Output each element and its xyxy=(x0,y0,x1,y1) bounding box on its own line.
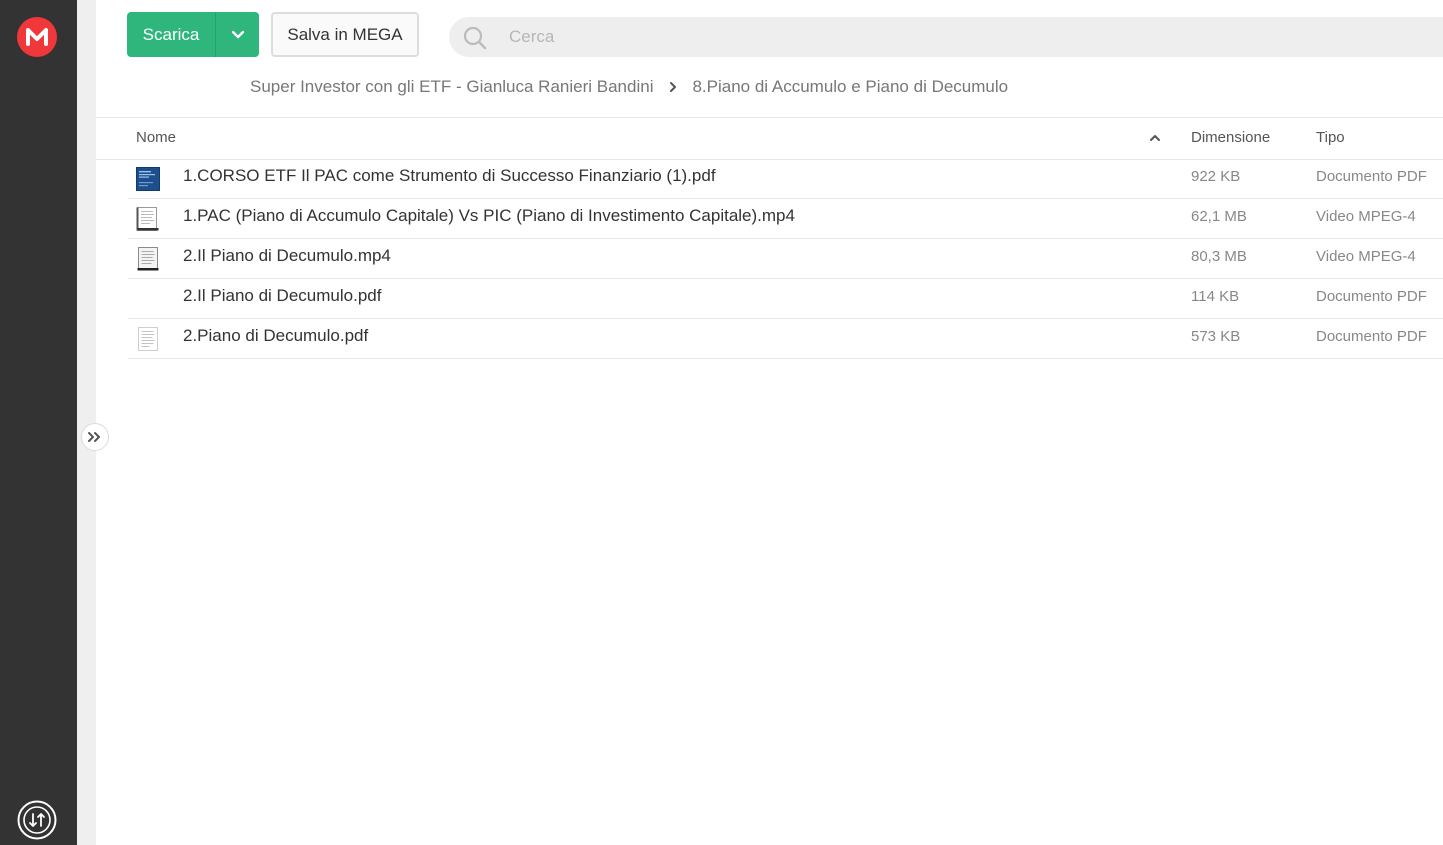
column-header-name[interactable]: Nome xyxy=(136,129,176,146)
document-thumbnail-icon xyxy=(138,327,158,351)
download-button[interactable]: Scarica xyxy=(127,12,216,57)
document-thumbnail-icon xyxy=(136,207,159,231)
download-options-button[interactable] xyxy=(216,12,259,57)
search-input[interactable] xyxy=(507,17,1407,57)
download-button-group: Scarica xyxy=(127,12,259,57)
file-size: 114 KB xyxy=(1191,288,1240,305)
expand-sidebar-button[interactable] xyxy=(81,423,109,451)
column-header-size[interactable]: Dimensione xyxy=(1191,129,1270,146)
table-row[interactable]: 1.CORSO ETF Il PAC come Strumento di Suc… xyxy=(128,159,1443,199)
file-size: 922 KB xyxy=(1191,168,1241,185)
table-row[interactable]: 2.Piano di Decumulo.pdf 573 KB Documento… xyxy=(128,319,1443,359)
mega-logo-icon[interactable] xyxy=(17,17,57,57)
column-header-type[interactable]: Tipo xyxy=(1316,129,1345,146)
left-sidebar xyxy=(0,0,77,845)
search-icon xyxy=(463,26,487,50)
pdf-cover-thumbnail-icon xyxy=(136,167,160,191)
file-type: Video MPEG-4 xyxy=(1316,208,1416,225)
double-chevron-right-icon xyxy=(88,432,100,442)
chevron-right-icon xyxy=(669,81,677,93)
table-row[interactable]: 1.PAC (Piano di Accumulo Capitale) Vs PI… xyxy=(128,199,1443,239)
file-type: Documento PDF xyxy=(1316,288,1427,305)
file-name: 1.CORSO ETF Il PAC come Strumento di Suc… xyxy=(183,166,716,185)
save-to-mega-button[interactable]: Salva in MEGA xyxy=(271,12,419,57)
table-row[interactable]: 2.Il Piano di Decumulo.pdf 114 KB Docume… xyxy=(128,279,1443,319)
file-size: 573 KB xyxy=(1191,328,1241,345)
file-name: 2.Piano di Decumulo.pdf xyxy=(183,326,369,345)
file-type: Documento PDF xyxy=(1316,328,1427,345)
file-name: 1.PAC (Piano di Accumulo Capitale) Vs PI… xyxy=(183,206,795,225)
table-row[interactable]: 2.Il Piano di Decumulo.mp4 80,3 MB Video… xyxy=(128,239,1443,279)
header-divider xyxy=(96,117,1443,118)
file-name: 2.Il Piano di Decumulo.mp4 xyxy=(183,246,391,265)
transfer-arrows-icon xyxy=(17,800,57,840)
search-box xyxy=(449,17,1443,57)
breadcrumb: Super Investor con gli ETF - Gianluca Ra… xyxy=(250,76,1008,98)
file-size: 62,1 MB xyxy=(1191,208,1247,225)
chevron-down-icon xyxy=(231,30,244,38)
file-name: 2.Il Piano di Decumulo.pdf xyxy=(183,286,382,305)
file-size: 80,3 MB xyxy=(1191,248,1247,265)
document-thumbnail-icon xyxy=(137,247,159,271)
breadcrumb-item-current-folder[interactable]: 8.Piano di Accumulo e Piano di Decumulo xyxy=(692,77,1008,97)
breadcrumb-item-parent-folder[interactable]: Super Investor con gli ETF - Gianluca Ra… xyxy=(250,77,653,97)
file-type: Documento PDF xyxy=(1316,168,1427,185)
transfer-manager-button[interactable] xyxy=(17,800,57,840)
sort-ascending-icon[interactable] xyxy=(1148,133,1162,143)
file-type: Video MPEG-4 xyxy=(1316,248,1416,265)
